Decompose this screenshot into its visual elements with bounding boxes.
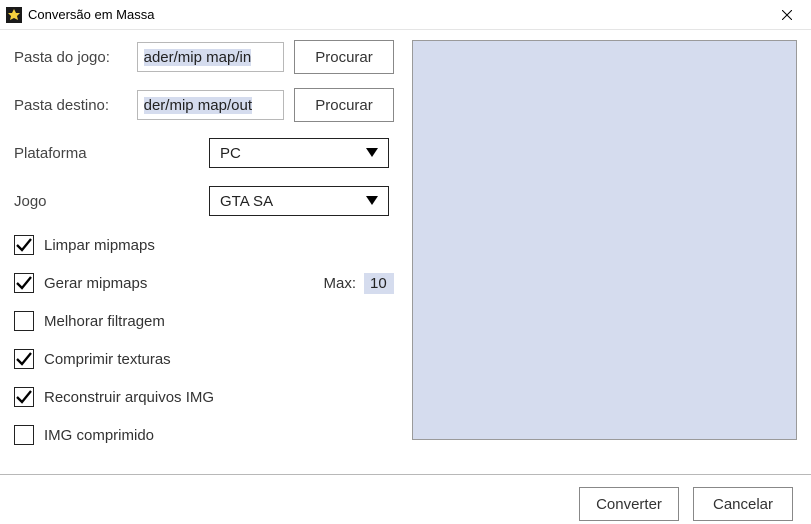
game-label: Jogo [14, 193, 209, 210]
browse-dest-folder-button[interactable]: Procurar [294, 88, 394, 122]
chevron-down-icon [366, 148, 378, 158]
clear-mipmaps-checkbox[interactable] [14, 235, 34, 255]
game-value: GTA SA [220, 193, 273, 210]
convert-button[interactable]: Converter [579, 487, 679, 521]
improve-filter-checkbox[interactable] [14, 311, 34, 331]
platform-label: Plataforma [14, 145, 209, 162]
window-title: Conversão em Massa [28, 7, 154, 22]
chevron-down-icon [366, 196, 378, 206]
dest-folder-label: Pasta destino: [14, 97, 137, 114]
compress-tex-label: Comprimir texturas [44, 351, 171, 368]
game-folder-label: Pasta do jogo: [14, 49, 137, 66]
output-panel [412, 40, 797, 440]
improve-filter-label: Melhorar filtragem [44, 313, 165, 330]
platform-select[interactable]: PC [209, 138, 389, 168]
cancel-button[interactable]: Cancelar [693, 487, 793, 521]
browse-game-folder-button[interactable]: Procurar [294, 40, 394, 74]
app-icon [6, 7, 22, 23]
close-button[interactable] [764, 0, 809, 30]
platform-value: PC [220, 145, 241, 162]
close-icon [782, 10, 792, 20]
gen-mipmaps-checkbox[interactable] [14, 273, 34, 293]
titlebar: Conversão em Massa [0, 0, 811, 30]
gen-mipmaps-label: Gerar mipmaps [44, 275, 147, 292]
compress-tex-checkbox[interactable] [14, 349, 34, 369]
max-label: Max: [323, 275, 356, 292]
rebuild-img-label: Reconstruir arquivos IMG [44, 389, 214, 406]
max-mipmaps-input[interactable]: 10 [364, 273, 394, 294]
game-folder-input[interactable]: ader/mip map/in [137, 42, 284, 72]
clear-mipmaps-label: Limpar mipmaps [44, 237, 155, 254]
rebuild-img-checkbox[interactable] [14, 387, 34, 407]
img-compressed-label: IMG comprimido [44, 427, 154, 444]
game-select[interactable]: GTA SA [209, 186, 389, 216]
img-compressed-checkbox[interactable] [14, 425, 34, 445]
dest-folder-input[interactable]: der/mip map/out [137, 90, 284, 120]
